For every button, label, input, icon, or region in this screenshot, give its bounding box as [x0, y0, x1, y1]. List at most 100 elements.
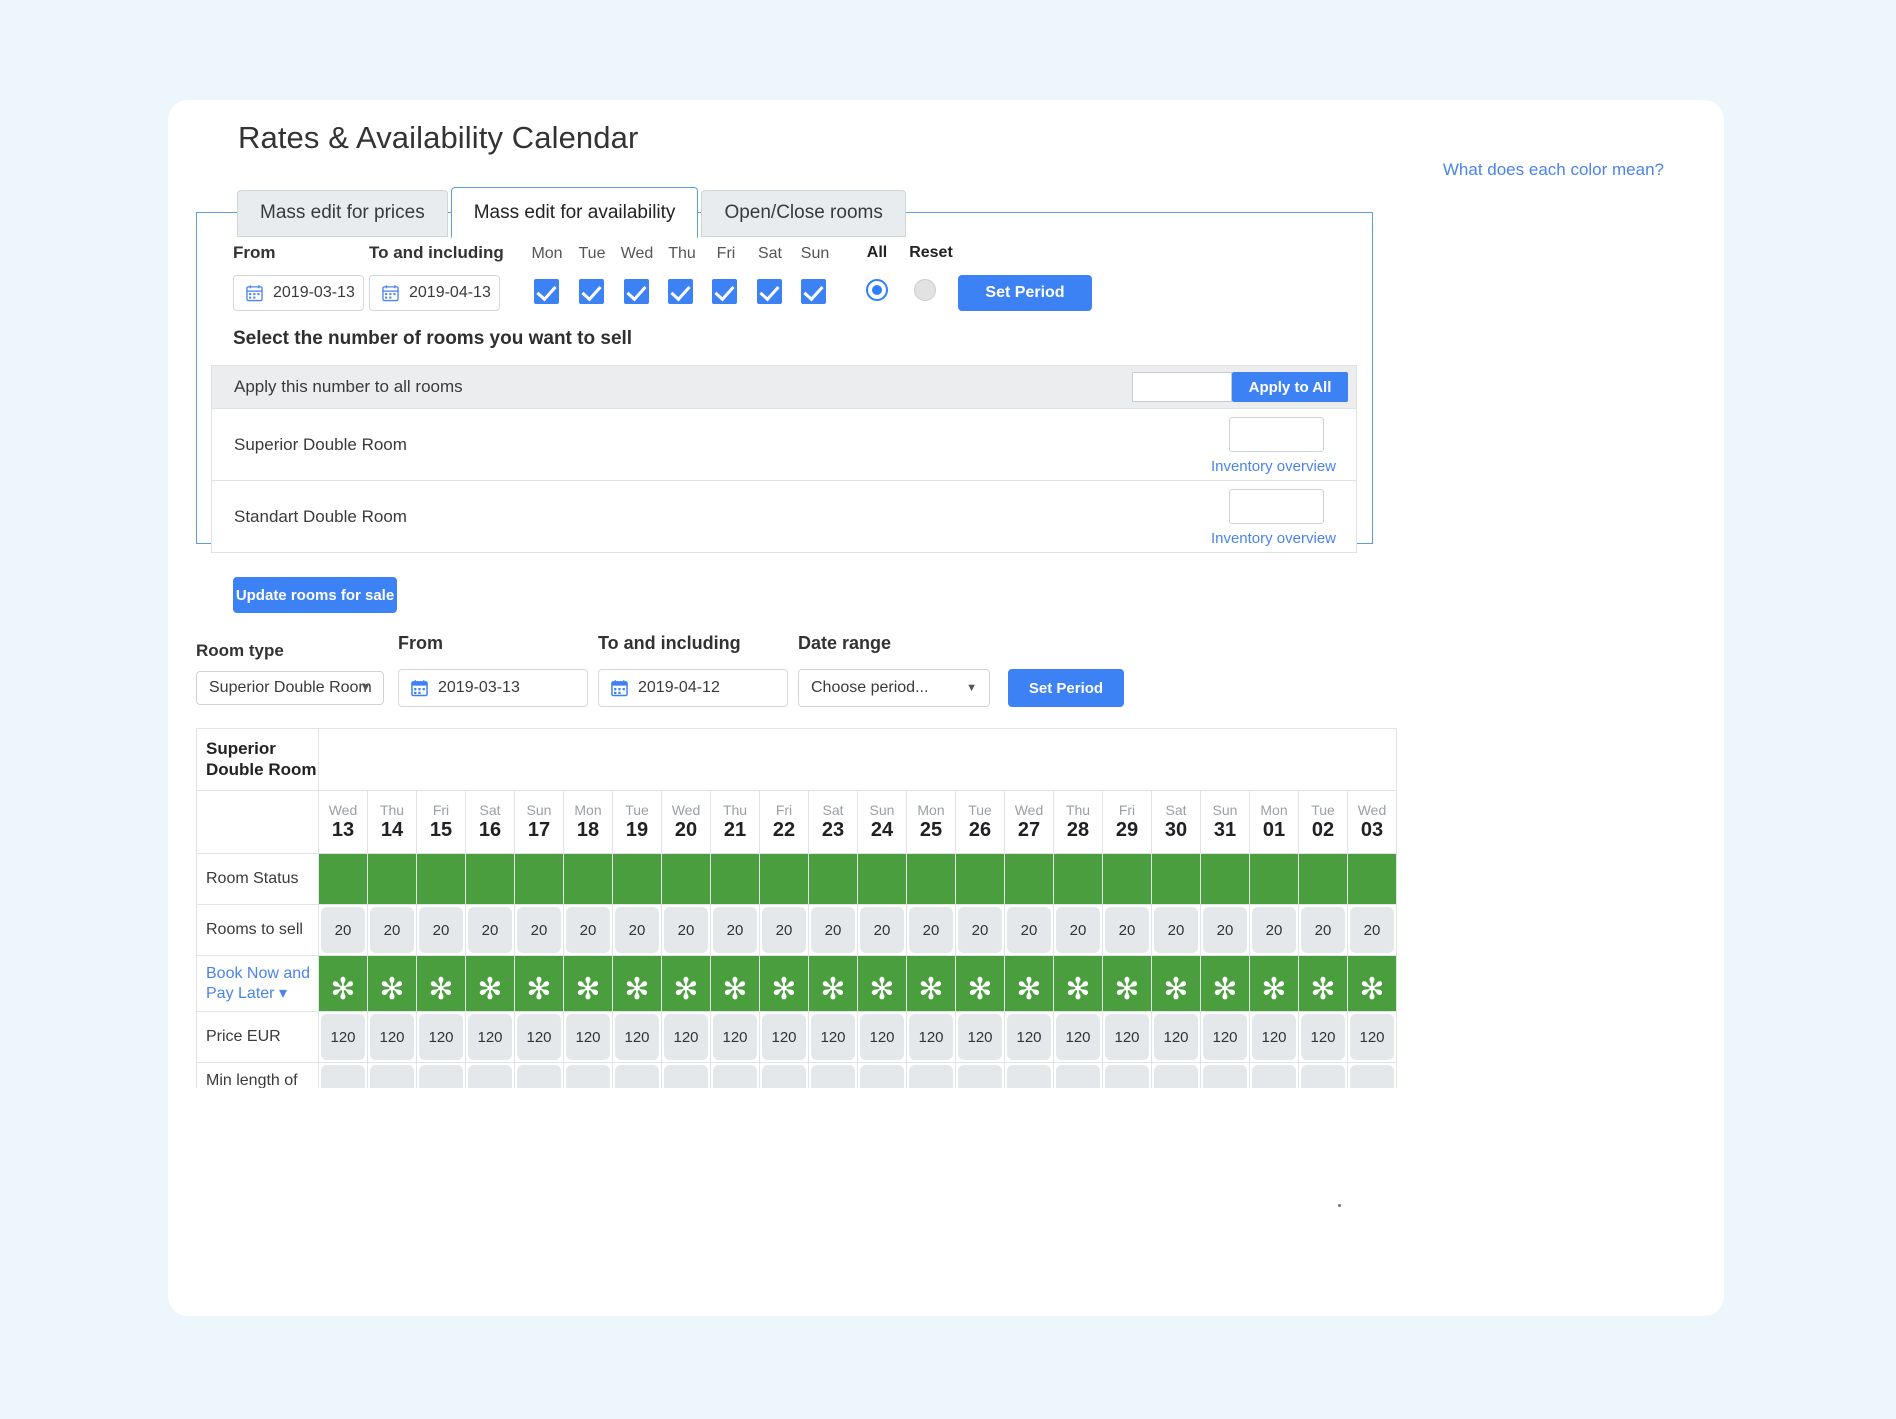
price-cell[interactable]: 120	[1151, 1011, 1201, 1063]
price-cell[interactable]: 120	[857, 1011, 907, 1063]
min-stay-cell[interactable]	[759, 1062, 809, 1088]
min-stay-cell[interactable]	[710, 1062, 760, 1088]
rooms-to-sell-cell[interactable]: 20	[1151, 904, 1201, 956]
calendar-to-input[interactable]: 2019-04-12	[598, 669, 788, 707]
rate-plan-cell[interactable]: ✻	[367, 955, 417, 1012]
price-cell[interactable]: 120	[1249, 1011, 1299, 1063]
inventory-overview-link[interactable]: Inventory overview	[1211, 458, 1336, 475]
price-cell[interactable]: 120	[1200, 1011, 1250, 1063]
room-status-cell[interactable]	[1102, 853, 1152, 905]
room-status-cell[interactable]	[1298, 853, 1348, 905]
rooms-to-sell-cell[interactable]: 20	[1298, 904, 1348, 956]
room-quantity-input[interactable]	[1229, 417, 1324, 452]
min-stay-cell[interactable]	[808, 1062, 858, 1088]
weekday-checkbox-fri[interactable]	[712, 279, 737, 304]
rate-plan-cell[interactable]: ✻	[1298, 955, 1348, 1012]
rooms-to-sell-cell[interactable]: 20	[416, 904, 466, 956]
update-rooms-for-sale-button[interactable]: Update rooms for sale	[233, 577, 397, 613]
weekday-checkbox-wed[interactable]	[624, 279, 649, 304]
rooms-to-sell-cell[interactable]: 20	[367, 904, 417, 956]
inventory-overview-link[interactable]: Inventory overview	[1211, 530, 1336, 547]
rate-plan-cell[interactable]: ✻	[1249, 955, 1299, 1012]
min-stay-cell[interactable]	[318, 1062, 368, 1088]
price-cell[interactable]: 120	[318, 1011, 368, 1063]
min-stay-cell[interactable]	[367, 1062, 417, 1088]
min-stay-cell[interactable]	[514, 1062, 564, 1088]
room-status-cell[interactable]	[1053, 853, 1103, 905]
room-status-cell[interactable]	[318, 853, 368, 905]
rooms-to-sell-cell[interactable]: 20	[710, 904, 760, 956]
rooms-to-sell-cell[interactable]: 20	[808, 904, 858, 956]
rate-plan-cell[interactable]: ✻	[857, 955, 907, 1012]
rate-plan-cell[interactable]: ✻	[563, 955, 613, 1012]
rooms-to-sell-cell[interactable]: 20	[906, 904, 956, 956]
rooms-to-sell-cell[interactable]: 20	[1102, 904, 1152, 956]
rooms-to-sell-cell[interactable]: 20	[514, 904, 564, 956]
room-status-cell[interactable]	[367, 853, 417, 905]
color-legend-link[interactable]: What does each color mean?	[1443, 160, 1664, 180]
room-status-cell[interactable]	[563, 853, 613, 905]
rate-plan-cell[interactable]: ✻	[759, 955, 809, 1012]
room-status-cell[interactable]	[465, 853, 515, 905]
weekday-checkbox-sun[interactable]	[801, 279, 826, 304]
min-stay-cell[interactable]	[955, 1062, 1005, 1088]
price-cell[interactable]: 120	[759, 1011, 809, 1063]
room-status-cell[interactable]	[1200, 853, 1250, 905]
min-stay-cell[interactable]	[1298, 1062, 1348, 1088]
mass-edit-to-input[interactable]: 2019-04-13	[369, 275, 500, 311]
row-label-rate-plan[interactable]: Book Now and Pay Later ▾	[196, 955, 319, 1012]
room-status-cell[interactable]	[710, 853, 760, 905]
apply-to-all-button[interactable]: Apply to All	[1232, 372, 1348, 402]
price-cell[interactable]: 120	[1102, 1011, 1152, 1063]
price-cell[interactable]: 120	[710, 1011, 760, 1063]
rate-plan-cell[interactable]: ✻	[465, 955, 515, 1012]
min-stay-cell[interactable]	[1053, 1062, 1103, 1088]
room-status-cell[interactable]	[514, 853, 564, 905]
room-status-cell[interactable]	[416, 853, 466, 905]
price-cell[interactable]: 120	[1053, 1011, 1103, 1063]
room-status-cell[interactable]	[612, 853, 662, 905]
rooms-to-sell-cell[interactable]: 20	[1249, 904, 1299, 956]
price-cell[interactable]: 120	[563, 1011, 613, 1063]
room-status-cell[interactable]	[1151, 853, 1201, 905]
rooms-to-sell-cell[interactable]: 20	[612, 904, 662, 956]
room-status-cell[interactable]	[857, 853, 907, 905]
tab-mass-edit-prices[interactable]: Mass edit for prices	[237, 190, 448, 237]
price-cell[interactable]: 120	[514, 1011, 564, 1063]
room-status-cell[interactable]	[1347, 853, 1397, 905]
rooms-to-sell-cell[interactable]: 20	[955, 904, 1005, 956]
rate-plan-cell[interactable]: ✻	[1004, 955, 1054, 1012]
weekday-checkbox-mon[interactable]	[534, 279, 559, 304]
weekday-checkbox-thu[interactable]	[668, 279, 693, 304]
rate-plan-cell[interactable]: ✻	[612, 955, 662, 1012]
min-stay-cell[interactable]	[1004, 1062, 1054, 1088]
min-stay-cell[interactable]	[465, 1062, 515, 1088]
price-cell[interactable]: 120	[1298, 1011, 1348, 1063]
min-stay-cell[interactable]	[857, 1062, 907, 1088]
rooms-to-sell-cell[interactable]: 20	[1347, 904, 1397, 956]
room-status-cell[interactable]	[808, 853, 858, 905]
calendar-from-input[interactable]: 2019-03-13	[398, 669, 588, 707]
room-status-cell[interactable]	[955, 853, 1005, 905]
rate-plan-cell[interactable]: ✻	[1151, 955, 1201, 1012]
weekday-checkbox-sat[interactable]	[757, 279, 782, 304]
price-cell[interactable]: 120	[661, 1011, 711, 1063]
min-stay-cell[interactable]	[1200, 1062, 1250, 1088]
min-stay-cell[interactable]	[563, 1062, 613, 1088]
rooms-to-sell-cell[interactable]: 20	[465, 904, 515, 956]
rate-plan-cell[interactable]: ✻	[1102, 955, 1152, 1012]
min-stay-cell[interactable]	[1151, 1062, 1201, 1088]
tab-mass-edit-availability[interactable]: Mass edit for availability	[450, 187, 699, 238]
room-type-select[interactable]: Superior Double Room ▼	[196, 671, 384, 705]
apply-to-all-input[interactable]	[1132, 372, 1232, 402]
rooms-to-sell-cell[interactable]: 20	[661, 904, 711, 956]
price-cell[interactable]: 120	[367, 1011, 417, 1063]
rate-plan-cell[interactable]: ✻	[416, 955, 466, 1012]
rooms-to-sell-cell[interactable]: 20	[1004, 904, 1054, 956]
set-period-button-top[interactable]: Set Period	[958, 275, 1092, 311]
rooms-to-sell-cell[interactable]: 20	[857, 904, 907, 956]
set-period-button-calendar[interactable]: Set Period	[1008, 669, 1124, 707]
price-cell[interactable]: 120	[416, 1011, 466, 1063]
price-cell[interactable]: 120	[1347, 1011, 1397, 1063]
rooms-to-sell-cell[interactable]: 20	[318, 904, 368, 956]
